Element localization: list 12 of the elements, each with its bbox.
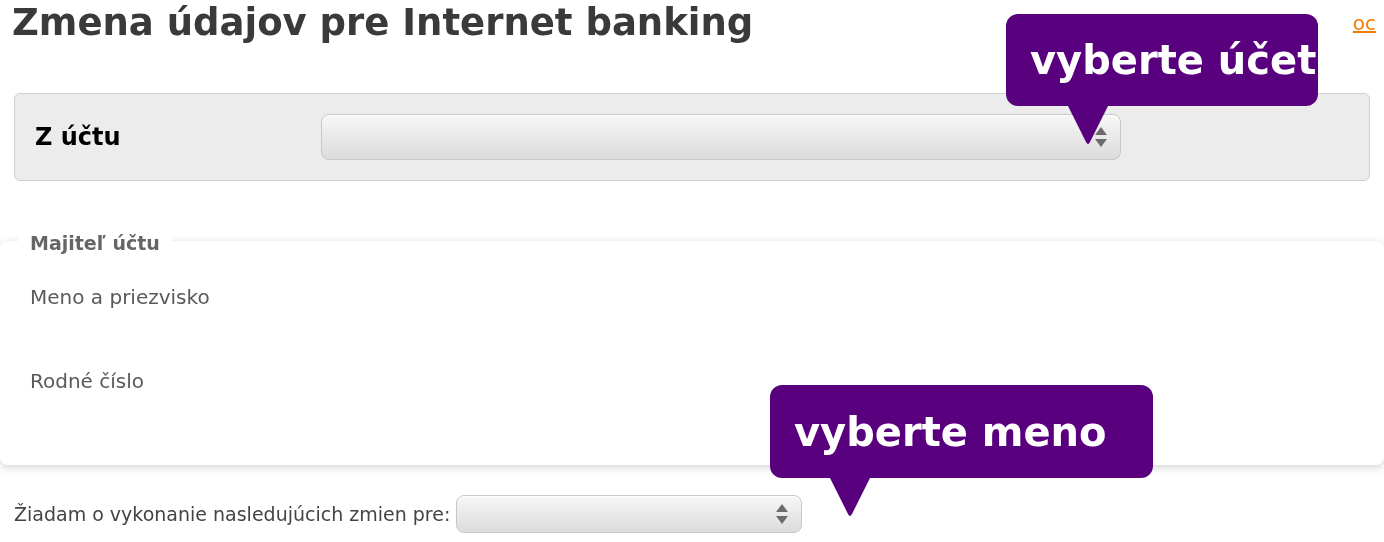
account-label: Z účtu bbox=[34, 122, 122, 153]
callout-pointer-icon bbox=[1068, 106, 1108, 146]
name-select[interactable] bbox=[456, 495, 803, 533]
select-arrows-icon bbox=[1094, 126, 1108, 148]
help-link[interactable]: oc bbox=[1352, 8, 1376, 38]
change-request-label: Žiadam o vykonanie nasledujúcich zmien pre: bbox=[14, 501, 451, 527]
field-label: Meno a priezvisko bbox=[30, 284, 211, 311]
callout-pointer-icon bbox=[830, 478, 870, 518]
field-label: Rodné číslo bbox=[30, 368, 146, 395]
select-arrows-icon bbox=[775, 503, 790, 525]
page-title: Zmena údajov pre Internet banking bbox=[12, 4, 754, 41]
account-select[interactable] bbox=[321, 114, 1121, 160]
